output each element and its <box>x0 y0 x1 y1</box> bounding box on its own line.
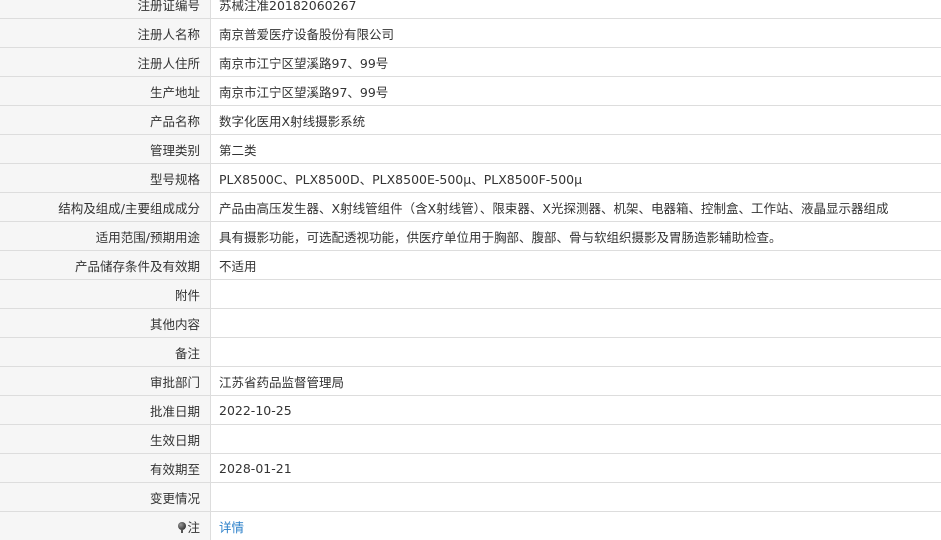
row-value-management-category: 第二类 <box>211 135 941 164</box>
details-link[interactable]: 详情 <box>219 520 244 535</box>
row-value-production-address: 南京市江宁区望溪路97、99号 <box>211 77 941 106</box>
row-value-valid-until: 2028-01-21 <box>211 454 941 483</box>
row-label-attachments: 附件 <box>0 280 211 309</box>
table-row: 产品名称 数字化医用X射线摄影系统 <box>0 106 941 135</box>
row-value-registrant-name: 南京普爱医疗设备股份有限公司 <box>211 19 941 48</box>
row-label-approval-date: 批准日期 <box>0 396 211 425</box>
table-row: 适用范围/预期用途 具有摄影功能，可选配透视功能，供医疗单位用于胸部、腹部、骨与… <box>0 222 941 251</box>
row-value-model-spec: PLX8500C、PLX8500D、PLX8500E-500μ、PLX8500F… <box>211 164 941 193</box>
table-row: 附件 <box>0 280 941 309</box>
row-label-other-content: 其他内容 <box>0 309 211 338</box>
table-row: 注册人住所 南京市江宁区望溪路97、99号 <box>0 48 941 77</box>
note-label: 注 <box>187 520 200 535</box>
row-value-product-name: 数字化医用X射线摄影系统 <box>211 106 941 135</box>
table-row: 审批部门 江苏省药品监督管理局 <box>0 367 941 396</box>
table-row: 生效日期 <box>0 425 941 454</box>
table-row: 注册人名称 南京普爱医疗设备股份有限公司 <box>0 19 941 48</box>
row-value-remarks <box>211 338 941 367</box>
row-label-change-history: 变更情况 <box>0 483 211 512</box>
row-label-product-name: 产品名称 <box>0 106 211 135</box>
table-row: 注册证编号 苏械注准20182060267 <box>0 0 941 19</box>
row-label-registrant-address: 注册人住所 <box>0 48 211 77</box>
row-value-registrant-address: 南京市江宁区望溪路97、99号 <box>211 48 941 77</box>
row-value-attachments <box>211 280 941 309</box>
row-value-structure-composition: 产品由高压发生器、X射线管组件（含X射线管）、限束器、X光探测器、机架、电器箱、… <box>211 193 941 222</box>
table-row: 型号规格 PLX8500C、PLX8500D、PLX8500E-500μ、PLX… <box>0 164 941 193</box>
table-row: 批准日期 2022-10-25 <box>0 396 941 425</box>
table-row: 其他内容 <box>0 309 941 338</box>
row-label-valid-until: 有效期至 <box>0 454 211 483</box>
row-value-intended-use: 具有摄影功能，可选配透视功能，供医疗单位用于胸部、腹部、骨与软组织摄影及胃肠造影… <box>211 222 941 251</box>
row-value-registration-number: 苏械注准20182060267 <box>211 0 941 19</box>
row-value-effective-date <box>211 425 941 454</box>
row-label-model-spec: 型号规格 <box>0 164 211 193</box>
registration-detail-table: 注册证编号 苏械注准20182060267 注册人名称 南京普爱医疗设备股份有限… <box>0 0 941 540</box>
table-row: 管理类别 第二类 <box>0 135 941 164</box>
row-label-structure-composition: 结构及组成/主要组成成分 <box>0 193 211 222</box>
table-row: 生产地址 南京市江宁区望溪路97、99号 <box>0 77 941 106</box>
row-label-approval-department: 审批部门 <box>0 367 211 396</box>
row-value-other-content <box>211 309 941 338</box>
row-label-registrant-name: 注册人名称 <box>0 19 211 48</box>
pin-icon <box>178 522 186 533</box>
row-label-remarks: 备注 <box>0 338 211 367</box>
row-label-storage-validity: 产品储存条件及有效期 <box>0 251 211 280</box>
row-label-management-category: 管理类别 <box>0 135 211 164</box>
row-label-production-address: 生产地址 <box>0 77 211 106</box>
row-value-storage-validity: 不适用 <box>211 251 941 280</box>
row-label-effective-date: 生效日期 <box>0 425 211 454</box>
table-row: 备注 <box>0 338 941 367</box>
row-value-approval-date: 2022-10-25 <box>211 396 941 425</box>
table-row: 产品储存条件及有效期 不适用 <box>0 251 941 280</box>
row-label-registration-number: 注册证编号 <box>0 0 211 19</box>
table-row: 结构及组成/主要组成成分 产品由高压发生器、X射线管组件（含X射线管）、限束器、… <box>0 193 941 222</box>
row-value-approval-department: 江苏省药品监督管理局 <box>211 367 941 396</box>
table-row: 变更情况 <box>0 483 941 512</box>
row-value-change-history <box>211 483 941 512</box>
row-label-intended-use: 适用范围/预期用途 <box>0 222 211 251</box>
table-row: 有效期至 2028-01-21 <box>0 454 941 483</box>
